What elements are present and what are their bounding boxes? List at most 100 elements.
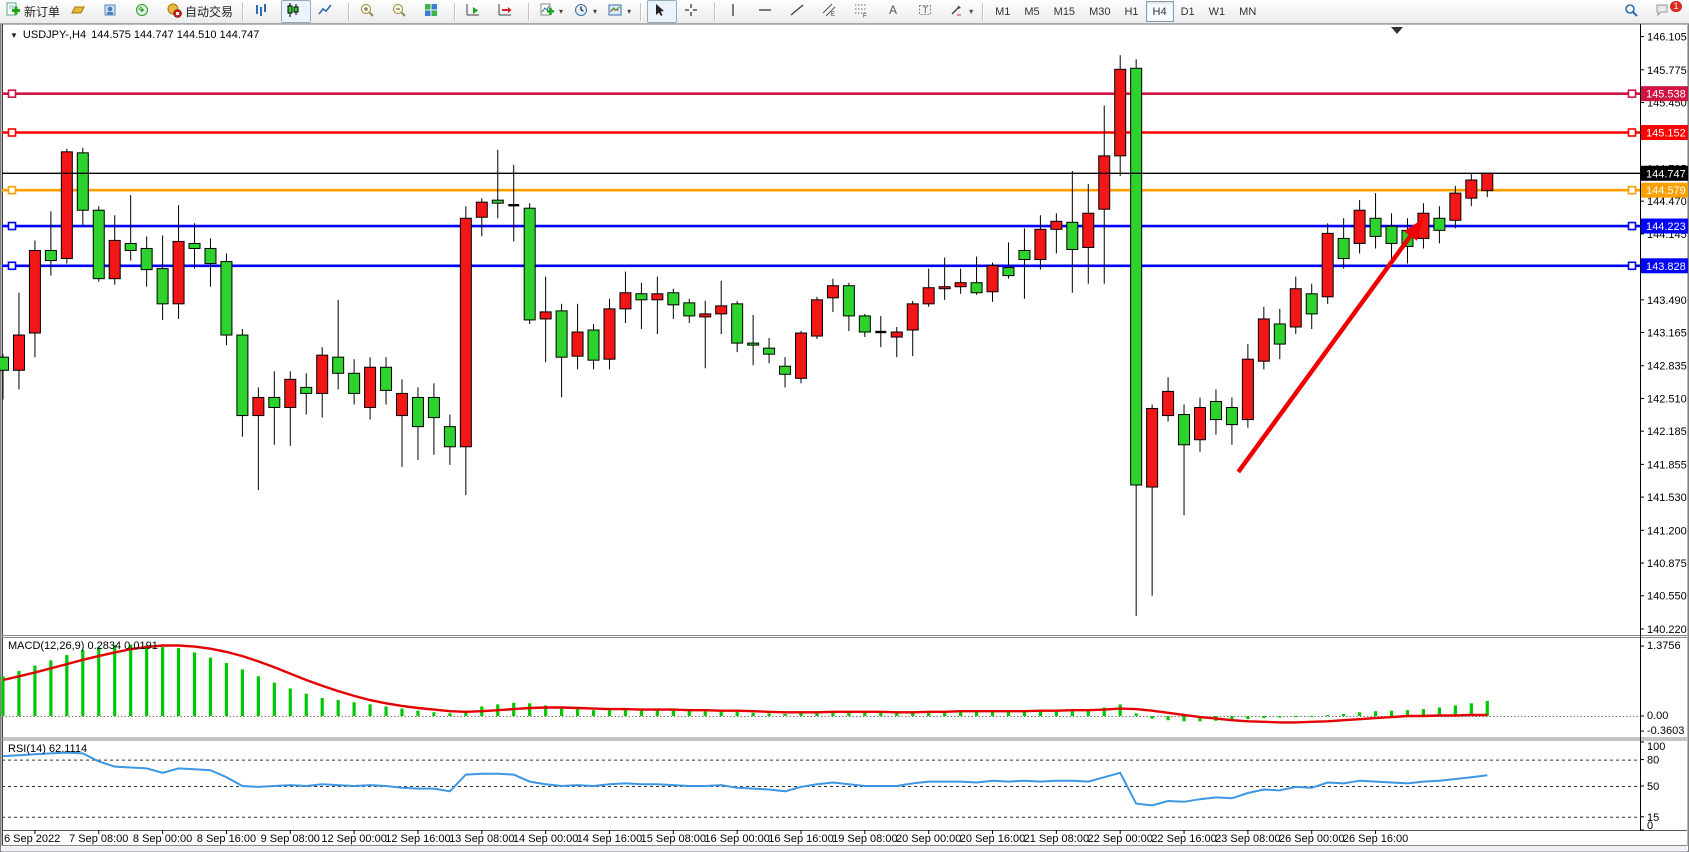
svg-text:144.579: 144.579: [1646, 185, 1686, 197]
notification-badge: 1: [1670, 1, 1682, 12]
fibonacci-icon: F: [853, 2, 869, 21]
chart-shift-icon: [497, 2, 513, 21]
timeframe-button-d1[interactable]: D1: [1174, 1, 1202, 22]
chart-window-title: ▼ USDJPY-,H4 144.575 144.747 144.510 144…: [10, 29, 259, 41]
vertical-line-button[interactable]: [721, 0, 751, 23]
text-label-icon: T: [917, 2, 933, 21]
dropdown-caret-icon[interactable]: ▾: [593, 7, 597, 16]
text-button[interactable]: A: [881, 0, 911, 23]
market-watch-button[interactable]: [98, 0, 128, 23]
line-handle[interactable]: [1629, 187, 1636, 194]
svg-text:20 Sep 16:00: 20 Sep 16:00: [960, 833, 1025, 845]
rsi-indicator-label: RSI(14) 62.1114: [8, 743, 87, 755]
svg-text:143.165: 143.165: [1647, 328, 1687, 340]
timeframe-button-m1[interactable]: M1: [988, 1, 1017, 22]
line-handle[interactable]: [1629, 223, 1636, 230]
svg-text:15 Sep 08:00: 15 Sep 08:00: [641, 833, 706, 845]
crosshair-button[interactable]: [679, 0, 709, 23]
svg-text:144.223: 144.223: [1646, 221, 1686, 233]
hline-icon: [757, 2, 773, 21]
text-label-button[interactable]: T: [913, 0, 943, 23]
line-handle[interactable]: [1629, 262, 1636, 269]
mt4-window: 新订单 自动交易 ▾ ▾ ▾ EF A T ▾ M1M5M15M30H1H4D1W1MN 1 ▼ U…: [0, 0, 1689, 852]
timeframe-button-h1[interactable]: H1: [1117, 1, 1145, 22]
candle-chart-icon: [285, 2, 301, 21]
indicators-button[interactable]: ▾: [535, 0, 567, 23]
line-handle[interactable]: [9, 187, 16, 194]
svg-text:140.220: 140.220: [1647, 624, 1687, 636]
svg-text:1.3756: 1.3756: [1647, 640, 1681, 652]
svg-text:8 Sep 16:00: 8 Sep 16:00: [197, 833, 256, 845]
trendline-button[interactable]: [785, 0, 815, 23]
zoom-in-button[interactable]: [355, 0, 385, 23]
auto-trading-button[interactable]: 自动交易: [162, 0, 237, 23]
line-handle[interactable]: [1629, 90, 1636, 97]
templates-button[interactable]: ▾: [603, 0, 635, 23]
line-handle[interactable]: [9, 223, 16, 230]
toolbar-button-label: 自动交易: [185, 3, 233, 20]
vline-icon: [725, 2, 741, 21]
candlestick-chart-button[interactable]: [281, 0, 311, 23]
equidistant-channel-button[interactable]: E: [817, 0, 847, 23]
line-handle[interactable]: [1629, 129, 1636, 136]
timeframe-button-w1[interactable]: W1: [1202, 1, 1233, 22]
bar-chart-button[interactable]: [249, 0, 279, 23]
signals-button[interactable]: [130, 0, 160, 23]
svg-text:145.775: 145.775: [1647, 65, 1687, 77]
zoom-out-button[interactable]: [387, 0, 417, 23]
svg-text:22 Sep 16:00: 22 Sep 16:00: [1151, 833, 1216, 845]
tile-windows-button[interactable]: [419, 0, 449, 23]
line-chart-button[interactable]: [313, 0, 343, 23]
timeframe-button-m30[interactable]: M30: [1082, 1, 1117, 22]
timeframe-button-mn[interactable]: MN: [1232, 1, 1263, 22]
svg-text:141.200: 141.200: [1647, 525, 1687, 537]
line-handle[interactable]: [9, 90, 16, 97]
dropdown-caret-icon[interactable]: ▾: [559, 7, 563, 16]
svg-text:144.470: 144.470: [1647, 196, 1687, 208]
horizontal-line-button[interactable]: [753, 0, 783, 23]
svg-text:26 Sep 16:00: 26 Sep 16:00: [1343, 833, 1408, 845]
svg-text:26 Sep 00:00: 26 Sep 00:00: [1279, 833, 1344, 845]
new-order-button[interactable]: 新订单: [1, 0, 64, 23]
svg-text:144.747: 144.747: [1646, 168, 1686, 180]
svg-text:142.185: 142.185: [1647, 426, 1687, 438]
channel-icon: E: [821, 2, 837, 21]
symbol-period-label: USDJPY-,H4: [23, 29, 86, 41]
profiles-button[interactable]: [66, 0, 96, 23]
time-axis[interactable]: 6 Sep 20227 Sep 08:008 Sep 00:008 Sep 16…: [4, 830, 1408, 845]
auto-scroll-button[interactable]: [461, 0, 491, 23]
periods-icon: [573, 2, 589, 21]
search-icon: [1623, 2, 1639, 21]
svg-text:19 Sep 08:00: 19 Sep 08:00: [832, 833, 897, 845]
dropdown-caret-icon[interactable]: ▾: [627, 7, 631, 16]
periods-button[interactable]: ▾: [569, 0, 601, 23]
trendline-icon: [789, 2, 805, 21]
timeframe-button-m15[interactable]: M15: [1047, 1, 1082, 22]
chart-shift-button[interactable]: [493, 0, 523, 23]
toolbar-separator: [714, 3, 716, 21]
arrows-button[interactable]: ▾: [945, 0, 977, 23]
svg-text:141.530: 141.530: [1647, 492, 1687, 504]
notifications-button[interactable]: 1: [1651, 0, 1681, 23]
chat-icon: [1655, 2, 1671, 21]
timeframe-button-m5[interactable]: M5: [1017, 1, 1046, 22]
svg-text:14 Sep 00:00: 14 Sep 00:00: [513, 833, 578, 845]
line-handle[interactable]: [9, 129, 16, 136]
dropdown-caret-icon[interactable]: ▾: [969, 7, 973, 16]
toolbar-separator: [454, 3, 456, 21]
search-button[interactable]: [1619, 0, 1649, 23]
tile-windows-icon: [423, 2, 439, 21]
macd-indicator-label: MACD(12,26,9) 0.2834 0.0191: [8, 640, 158, 652]
svg-text:143.828: 143.828: [1646, 261, 1686, 273]
profiles-icon: [70, 2, 86, 21]
svg-text:0.00: 0.00: [1647, 710, 1668, 722]
crosshair-icon: [683, 2, 699, 21]
cursor-button[interactable]: [647, 0, 677, 23]
fibonacci-button[interactable]: F: [849, 0, 879, 23]
line-handle[interactable]: [9, 262, 16, 269]
timeframe-button-h4[interactable]: H4: [1146, 1, 1174, 22]
svg-text:12 Sep 00:00: 12 Sep 00:00: [321, 833, 386, 845]
price-badge-145.152: 145.152: [1641, 125, 1688, 140]
chevron-down-icon[interactable]: ▼: [10, 31, 18, 40]
svg-text:A: A: [889, 3, 897, 17]
